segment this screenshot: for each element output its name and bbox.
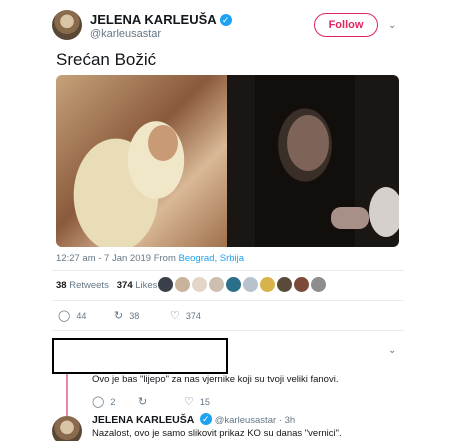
liker-avatar[interactable] — [260, 277, 275, 292]
liker-avatar[interactable] — [175, 277, 190, 292]
like-button[interactable]: ♡ 15 — [184, 395, 230, 408]
reply-author[interactable]: JELENA KARLEUŠA ✓ @karleusastar · 3h — [92, 413, 295, 426]
divider — [52, 270, 404, 271]
photo-hand — [331, 207, 369, 229]
liker-avatar[interactable] — [277, 277, 292, 292]
reply-text: Ovo je bas "lijepo" za nas vjernike koji… — [92, 374, 339, 385]
avatar[interactable] — [52, 416, 82, 441]
tweet-text: Srećan Božić — [56, 50, 157, 69]
photo-right[interactable] — [227, 75, 399, 247]
verified-badge-icon: ✓ — [199, 413, 212, 425]
tweet-header: JELENA KARLEUŠA ✓ @karleusastar Follow ⌄ — [52, 8, 412, 48]
reply-button[interactable]: ◯ 2 — [92, 395, 138, 408]
divider — [52, 300, 404, 301]
liker-avatar[interactable] — [192, 277, 207, 292]
photo-face — [148, 125, 178, 161]
reply-icon: ◯ — [58, 310, 71, 322]
photo-head — [369, 187, 399, 237]
like-count: 15 — [199, 396, 210, 407]
follow-button[interactable]: Follow — [314, 13, 378, 37]
reply-actions: ◯ 2 ↻ ♡ 15 — [92, 395, 230, 408]
reply-author-name[interactable]: JELENA KARLEUŠA — [92, 414, 194, 426]
photo-left[interactable] — [56, 75, 227, 247]
location-link[interactable]: Beograd, Srbija — [179, 253, 244, 264]
liker-avatar[interactable] — [294, 277, 309, 292]
chevron-down-icon[interactable]: ⌄ — [388, 346, 398, 356]
likes-label[interactable]: Likes — [135, 280, 157, 291]
author-handle[interactable]: @karleusastar — [90, 28, 161, 40]
photo-face — [287, 115, 329, 171]
liker-avatar[interactable] — [311, 277, 326, 292]
retweets-count[interactable]: 38 — [56, 280, 67, 291]
reply-text: Nazalost, ovo je samo slikovit prikaz KO… — [92, 428, 342, 439]
like-count: 374 — [185, 310, 201, 321]
liker-avatar[interactable] — [209, 277, 224, 292]
retweet-button[interactable]: ↻ 38 — [114, 309, 170, 322]
reply-count: 44 — [76, 310, 87, 321]
liker-avatars — [158, 277, 326, 292]
from-label: From — [153, 253, 176, 264]
author-name[interactable]: JELENA KARLEUŠA ✓ — [90, 12, 232, 27]
retweets-label[interactable]: Retweets — [69, 280, 109, 291]
retweet-count: 38 — [129, 310, 140, 321]
heart-icon: ♡ — [170, 310, 180, 322]
verified-badge-icon: ✓ — [219, 14, 232, 26]
divider — [52, 330, 404, 331]
tweet-timestamp: 12:27 am - 7 Jan 2019 From Beograd, Srbi… — [56, 253, 244, 264]
avatar[interactable] — [52, 10, 82, 40]
reply-author-meta[interactable]: @karleusastar · 3h — [215, 415, 295, 426]
thread-line — [66, 374, 68, 416]
liker-avatar[interactable] — [243, 277, 258, 292]
tweet-media[interactable] — [56, 75, 399, 247]
retweet-icon: ↻ — [114, 310, 124, 322]
tweet-actions: ◯ 44 ↻ 38 ♡ 374 — [58, 309, 220, 322]
liker-avatar[interactable] — [226, 277, 241, 292]
retweet-icon: ↻ — [138, 396, 148, 408]
likes-count[interactable]: 374 — [117, 280, 133, 291]
like-button[interactable]: ♡ 374 — [170, 309, 220, 322]
reply-count: 2 — [110, 396, 116, 407]
engagement-stats: 38 Retweets 374 Likes — [56, 280, 157, 291]
reply-button[interactable]: ◯ 44 — [58, 309, 114, 322]
redacted-reply-header — [52, 338, 228, 374]
heart-icon: ♡ — [184, 396, 194, 408]
liker-avatar[interactable] — [158, 277, 173, 292]
timestamp[interactable]: 12:27 am - 7 Jan 2019 — [56, 253, 151, 264]
author-name-text[interactable]: JELENA KARLEUŠA — [90, 12, 217, 27]
chevron-down-icon[interactable]: ⌄ — [388, 21, 398, 31]
retweet-button[interactable]: ↻ — [138, 395, 184, 408]
reply-icon: ◯ — [92, 396, 105, 408]
